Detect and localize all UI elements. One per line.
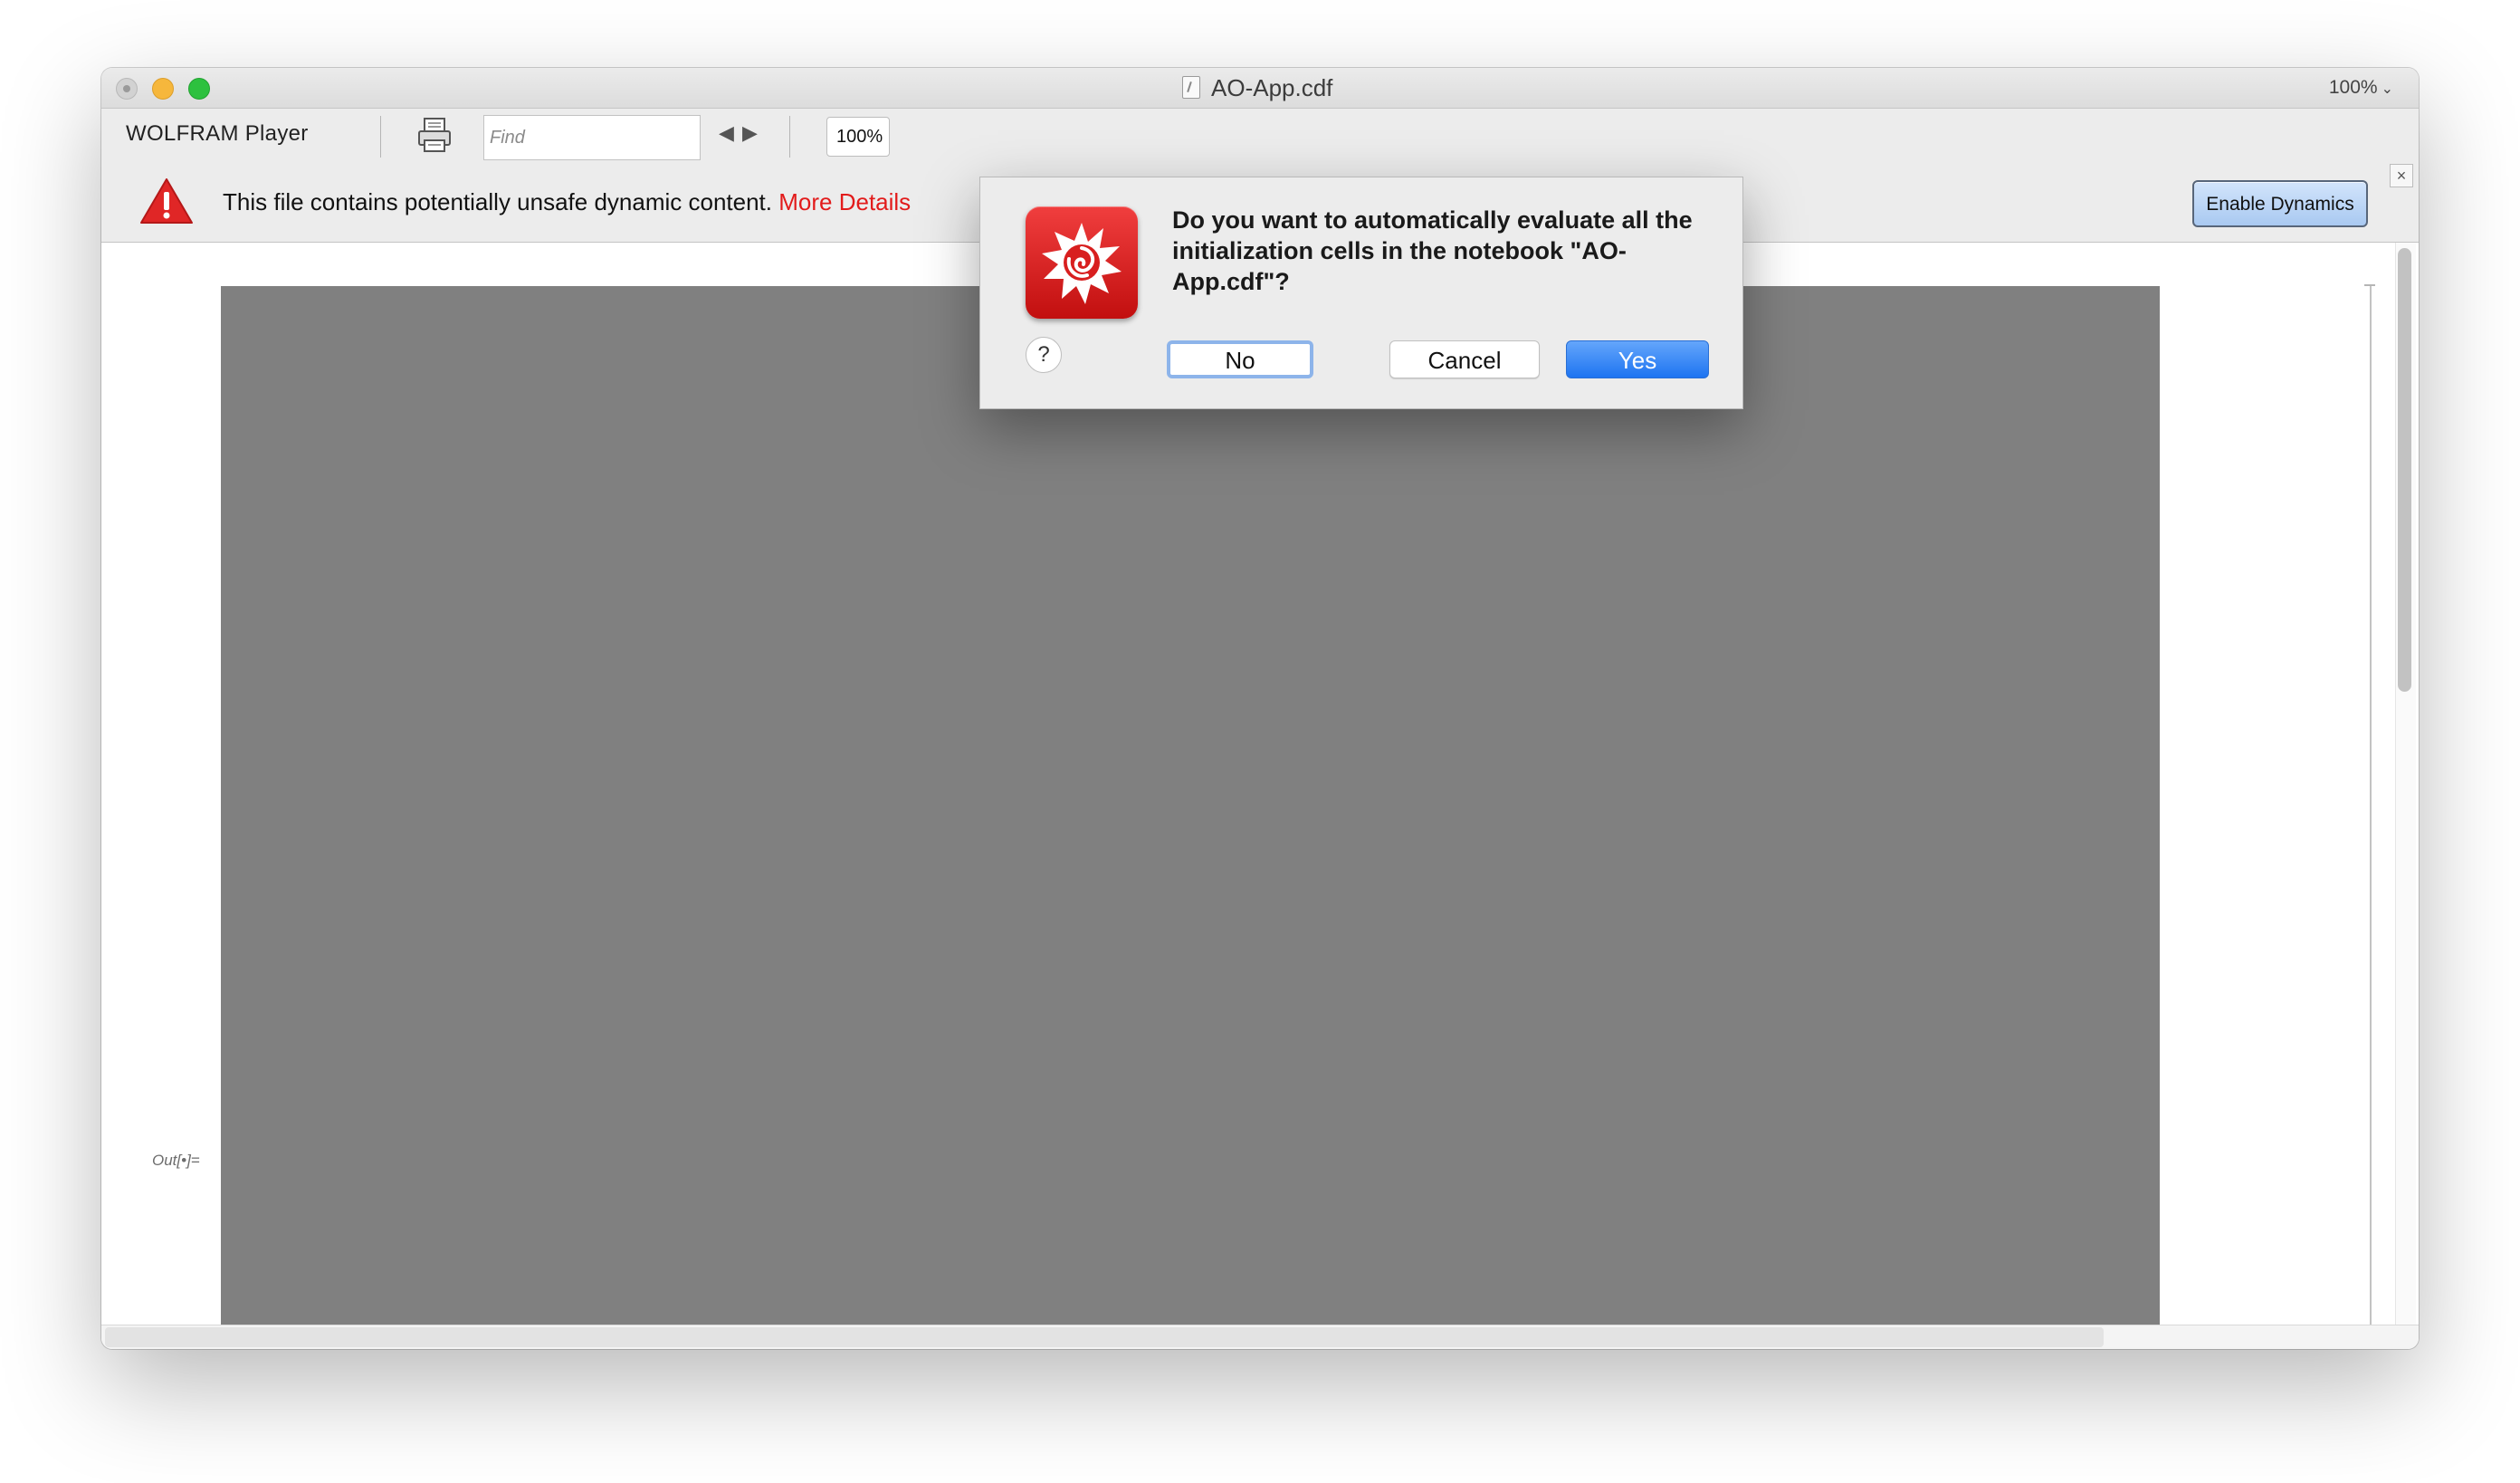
window-minimize-icon[interactable]: [152, 78, 174, 100]
enable-dynamics-button[interactable]: Enable Dynamics: [2192, 180, 2368, 227]
more-details-link[interactable]: More Details: [778, 188, 911, 215]
warning-message-line: This file contains potentially unsafe dy…: [223, 188, 911, 216]
output-cell-area: [221, 286, 2160, 1325]
output-label: Out[•]=: [152, 1152, 200, 1169]
title-zoom-menu[interactable]: 100% ⌄: [2329, 77, 2393, 99]
find-next-icon[interactable]: ▶: [742, 121, 758, 145]
window-close-icon[interactable]: [116, 78, 138, 100]
evaluate-init-cells-dialog: Do you want to automatically evaluate al…: [979, 177, 1743, 409]
document-icon: [1182, 76, 1200, 99]
title-zoom-label: 100%: [2328, 77, 2378, 98]
title-bar[interactable]: AO-App.cdf 100% ⌄: [101, 68, 2419, 109]
no-button[interactable]: No: [1167, 340, 1313, 378]
window-title: AO-App.cdf: [1211, 74, 1333, 101]
horizontal-scrollbar[interactable]: [105, 1327, 2104, 1347]
brand-logo: WOLFRAM Player: [126, 121, 309, 146]
vertical-scroll-thumb[interactable]: [2398, 248, 2411, 692]
zoom-selector[interactable]: 100%: [826, 117, 890, 157]
toolbar: WOLFRAM Player ◀ ▶ 100%: [101, 109, 2419, 163]
cell-bracket[interactable]: [2364, 284, 2375, 1325]
warning-icon: [140, 178, 193, 224]
close-icon[interactable]: ×: [2390, 164, 2413, 187]
status-bar: [101, 1325, 2419, 1349]
warning-message: This file contains potentially unsafe dy…: [223, 188, 773, 215]
dialog-message: Do you want to automatically evaluate al…: [1172, 206, 1693, 295]
cancel-button[interactable]: Cancel: [1389, 340, 1540, 378]
print-icon[interactable]: [416, 116, 453, 154]
player-window: AO-App.cdf 100%⌄ WOLFRAM Player ◀ ▶ 100%…: [101, 68, 2419, 1349]
yes-button[interactable]: Yes: [1566, 340, 1709, 378]
find-input[interactable]: [483, 115, 701, 160]
toolbar-divider: [789, 116, 790, 158]
toolbar-divider: [380, 116, 381, 158]
chevron-down-icon: ⌄: [2381, 81, 2393, 97]
help-icon[interactable]: ?: [1026, 337, 1062, 373]
wolfram-spikey-icon: [1026, 206, 1138, 319]
find-previous-icon[interactable]: ◀: [719, 121, 734, 145]
window-zoom-icon[interactable]: [188, 78, 210, 100]
